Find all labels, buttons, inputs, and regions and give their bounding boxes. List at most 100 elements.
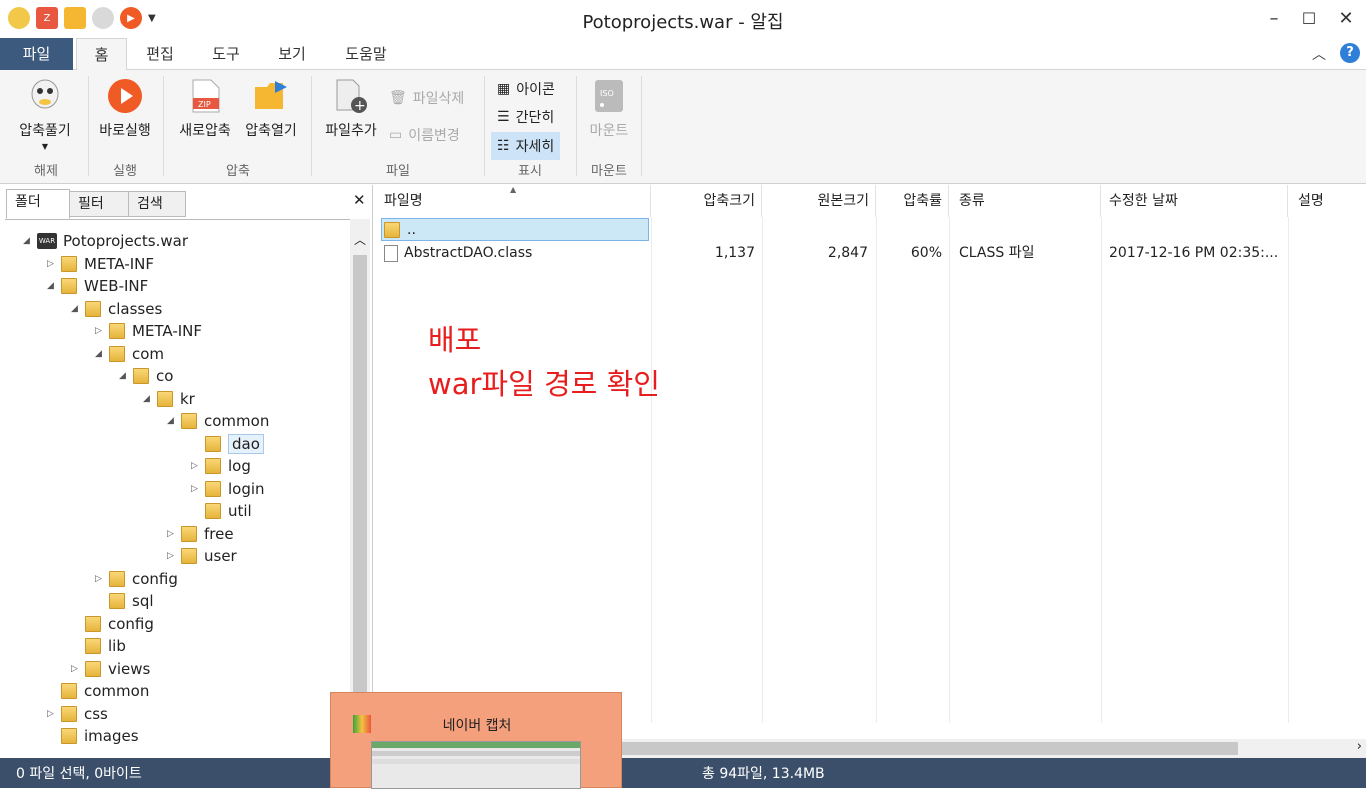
- tree-node[interactable]: common: [61, 680, 149, 702]
- tab-folders[interactable]: 폴더: [6, 189, 70, 219]
- tree-node-label: user: [204, 547, 237, 565]
- expand-arrow-icon[interactable]: ▷: [167, 529, 174, 539]
- table-row[interactable]: AbstractDAO.class 1,137 2,847 60% CLASS …: [378, 242, 1366, 264]
- column-ratio[interactable]: 압축률: [876, 185, 949, 217]
- column-description[interactable]: 설명: [1288, 185, 1366, 217]
- tree-node[interactable]: login: [205, 478, 265, 500]
- column-date[interactable]: 수정한 날짜: [1101, 185, 1288, 217]
- ribbon-separator: [311, 76, 312, 176]
- title-bar: Z ▶ ▼ Potoprojects.war - 알집 – ☐ ✕: [0, 0, 1366, 38]
- collapse-arrow-icon[interactable]: ◢: [95, 349, 102, 359]
- folder-icon: [109, 345, 125, 362]
- delete-file-button[interactable]: 🗑 파일삭제: [389, 88, 464, 108]
- column-packed-size[interactable]: 압축크기: [651, 185, 762, 217]
- expand-arrow-icon[interactable]: ▷: [95, 326, 102, 336]
- ribbon-separator: [641, 76, 642, 176]
- tree-node[interactable]: util: [205, 500, 252, 522]
- tab-edit[interactable]: 편집: [140, 38, 180, 70]
- tree-node[interactable]: images: [61, 725, 139, 747]
- rename-button[interactable]: ▭ 이름변경: [389, 125, 460, 145]
- expand-arrow-icon[interactable]: ▷: [95, 574, 102, 584]
- collapse-arrow-icon[interactable]: ◢: [119, 371, 126, 381]
- tree-node[interactable]: WAR Potoprojects.war: [37, 230, 188, 252]
- collapse-ribbon-icon[interactable]: ︿: [1312, 44, 1326, 64]
- table-row[interactable]: ..: [381, 218, 649, 241]
- tree-node[interactable]: free: [181, 523, 234, 545]
- expand-arrow-icon[interactable]: ▷: [191, 484, 198, 494]
- tree-node[interactable]: user: [181, 545, 237, 567]
- expand-arrow-icon[interactable]: ▷: [191, 461, 198, 471]
- tree-node[interactable]: config: [85, 613, 154, 635]
- help-icon[interactable]: ?: [1340, 43, 1360, 63]
- annotation-line-2: war파일 경로 확인: [428, 367, 660, 401]
- tree-node-label: config: [132, 569, 178, 588]
- tree-node[interactable]: META-INF: [61, 253, 154, 275]
- group-compress-label: 압축: [226, 164, 250, 179]
- tree-node[interactable]: com: [109, 343, 164, 365]
- mount-button[interactable]: ISO 마운트: [582, 78, 636, 140]
- ribbon-separator: [484, 76, 485, 176]
- folder-icon: [157, 390, 173, 407]
- collapse-arrow-icon[interactable]: ◢: [47, 281, 54, 291]
- folder-icon: [61, 278, 77, 294]
- view-simple-button[interactable]: ☰ 간단히: [497, 107, 554, 127]
- tree-node[interactable]: log: [205, 455, 251, 477]
- tree-node[interactable]: META-INF: [109, 320, 202, 342]
- new-zip-button[interactable]: ZIP 새로압축: [172, 78, 238, 140]
- view-icon-button[interactable]: ▦ 아이콘: [497, 79, 555, 99]
- tree-node[interactable]: common: [181, 410, 269, 432]
- collapse-arrow-icon[interactable]: ◢: [167, 416, 174, 426]
- add-file-button[interactable]: + 파일추가: [318, 78, 384, 140]
- status-total: 총 94파일, 13.4MB: [702, 766, 825, 782]
- tree-node-label: classes: [108, 299, 163, 318]
- column-original-size[interactable]: 원본크기: [762, 185, 876, 217]
- tab-home[interactable]: 홈: [76, 38, 127, 71]
- scroll-up-icon[interactable]: ︿: [350, 231, 370, 248]
- tree-node[interactable]: lib: [85, 635, 126, 657]
- expand-arrow-icon[interactable]: ▷: [167, 551, 174, 561]
- capture-popup-title: 네이버 캡처: [442, 718, 512, 734]
- tree-node-label: common: [84, 682, 150, 700]
- run-button[interactable]: 바로실행: [92, 78, 158, 140]
- tree-scrollbar[interactable]: ︿: [350, 219, 370, 758]
- tab-tools[interactable]: 도구: [206, 38, 246, 70]
- minimize-button[interactable]: –: [1261, 6, 1287, 32]
- tree-node[interactable]: config: [109, 568, 178, 590]
- view-detail-button[interactable]: ☷ 자세히: [491, 132, 561, 160]
- tree-node-label: log: [228, 457, 251, 475]
- capture-thumbnail[interactable]: [371, 741, 581, 789]
- collapse-arrow-icon[interactable]: ◢: [143, 394, 150, 404]
- expand-arrow-icon[interactable]: ▷: [47, 709, 54, 719]
- group-file-label: 파일: [386, 164, 410, 179]
- maximize-button[interactable]: ☐: [1296, 6, 1322, 32]
- expand-arrow-icon[interactable]: ▷: [71, 664, 78, 674]
- extract-button[interactable]: 압축풀기 ▼: [8, 78, 82, 151]
- tree-node[interactable]: co: [133, 365, 173, 387]
- tree-node[interactable]: sql: [109, 590, 154, 612]
- tab-view[interactable]: 보기: [272, 38, 312, 70]
- tab-help[interactable]: 도움말: [338, 38, 394, 70]
- tree-node[interactable]: dao: [205, 433, 264, 455]
- collapse-arrow-icon[interactable]: ◢: [71, 304, 78, 314]
- column-type[interactable]: 종류: [949, 185, 1101, 217]
- close-button[interactable]: ✕: [1333, 6, 1359, 32]
- scroll-thumb[interactable]: [353, 255, 367, 745]
- close-panel-icon[interactable]: ✕: [353, 191, 366, 209]
- tree-node[interactable]: kr: [157, 388, 195, 410]
- column-divider: [762, 217, 763, 723]
- scroll-right-icon[interactable]: ›: [1357, 739, 1362, 754]
- expand-arrow-icon[interactable]: ▷: [47, 259, 54, 269]
- collapse-arrow-icon[interactable]: ◢: [23, 236, 30, 246]
- open-zip-button[interactable]: 압축열기: [238, 78, 304, 140]
- tree-node[interactable]: classes: [85, 298, 162, 320]
- capture-popup[interactable]: 네이버 캡처: [330, 692, 622, 789]
- tree-node[interactable]: WEB-INF: [61, 275, 148, 297]
- tab-filter[interactable]: 필터: [69, 191, 129, 217]
- tab-search[interactable]: 검색: [128, 191, 186, 217]
- folder-icon: [61, 728, 77, 744]
- annotation-line-1: 배포: [428, 323, 482, 357]
- tree-node[interactable]: css: [61, 703, 108, 725]
- tab-file[interactable]: 파일: [0, 38, 73, 70]
- tree-node-label: common: [204, 412, 270, 430]
- tree-node[interactable]: views: [85, 658, 150, 680]
